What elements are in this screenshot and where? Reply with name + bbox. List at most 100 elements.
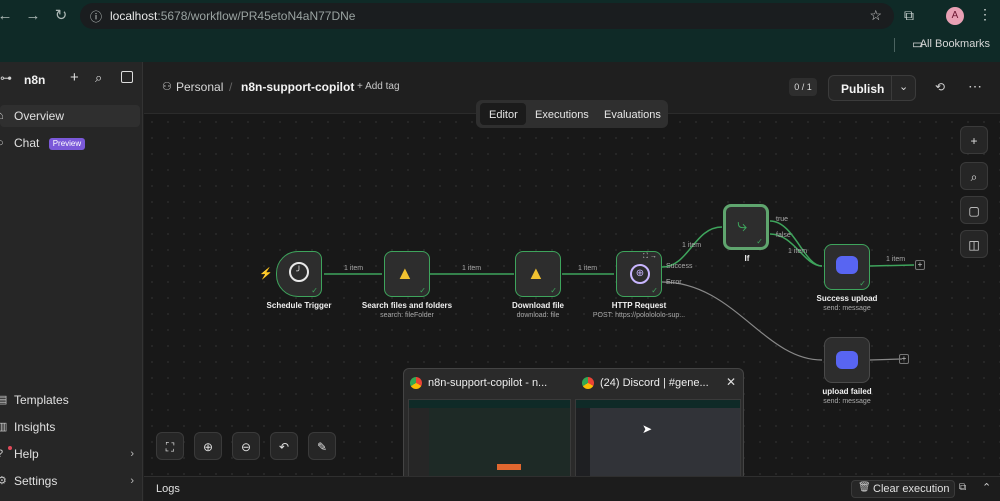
node-http-request[interactable]: ⊕ ⛶ → ✓ xyxy=(616,251,662,297)
branch-icon: ⤷ xyxy=(737,215,748,235)
back-icon[interactable]: ← xyxy=(0,5,16,27)
sidebar-item-chat[interactable]: ○ Chat Preview xyxy=(0,132,140,154)
menu-kebab-icon[interactable]: ⋮ xyxy=(978,6,992,23)
templates-icon: ▤ xyxy=(0,394,8,406)
chevron-up-icon[interactable]: ⌃ xyxy=(982,481,991,494)
check-icon: ✓ xyxy=(419,286,426,295)
search-nodes-button[interactable]: ⌕ xyxy=(960,162,988,190)
edge-item-count: 1 item xyxy=(886,256,906,263)
sidebar-item-settings[interactable]: ⚙ Settings › xyxy=(0,470,140,492)
chat-icon: ○ xyxy=(0,137,4,149)
check-icon: ✓ xyxy=(651,286,658,295)
node-if[interactable]: ⤷ ✓ xyxy=(723,204,769,250)
add-node-button[interactable]: + xyxy=(960,126,988,154)
profile-avatar[interactable]: A xyxy=(946,7,964,25)
sidebar: ⊶ n8n + ⌕ ⌂ Overview ○ Chat Preview ▤ Te… xyxy=(0,62,143,501)
tab-evaluations[interactable]: Evaluations xyxy=(595,104,670,126)
bookmark-star-icon[interactable]: ☆ xyxy=(869,7,882,24)
version-counter: 0 / 1 xyxy=(789,78,817,96)
taskbar-preview: n8n-support-copilot - n... (24) Discord … xyxy=(403,368,744,488)
edge-item-count: 1 item xyxy=(682,242,702,249)
node-upload-failed[interactable] xyxy=(824,337,870,383)
node-subtitle: search: fileFolder xyxy=(380,312,434,319)
chrome-icon xyxy=(582,377,594,389)
clock-icon: ╯ xyxy=(289,262,309,282)
sidebar-item-label: Insights xyxy=(14,420,56,434)
discord-icon xyxy=(836,351,858,369)
address-bar[interactable]: ⓘ localhost:5678/workflow/PR45etoN4aN77D… xyxy=(80,3,894,29)
add-icon[interactable]: + xyxy=(70,69,79,86)
history-icon[interactable]: ⟲ xyxy=(935,80,945,94)
url-path: :5678/workflow/PR45etoN4aN77DNe xyxy=(157,9,356,23)
node-toolbar-icon[interactable]: ⛶ → xyxy=(643,253,657,261)
node-subtitle: send: message xyxy=(823,398,871,405)
publish-divider xyxy=(891,76,892,100)
node-subtitle: send: message xyxy=(823,305,871,312)
logs-bar[interactable]: Logs 🗑 Clear execution ⧉ ⌃ xyxy=(144,476,1000,501)
add-node-icon[interactable]: + xyxy=(899,354,909,364)
toggle-panel-button[interactable]: ◫ xyxy=(960,230,988,258)
sidebar-item-overview[interactable]: ⌂ Overview xyxy=(0,105,140,127)
gear-icon: ⚙ xyxy=(0,475,7,487)
preview-thumbnail-discord[interactable]: ➤ xyxy=(575,399,741,485)
close-icon[interactable]: ✕ xyxy=(726,375,736,389)
edge-success-out xyxy=(869,264,915,267)
workflow-name[interactable]: n8n-support-copilot xyxy=(241,80,354,94)
all-bookmarks-label[interactable]: All Bookmarks xyxy=(920,38,990,50)
forward-icon[interactable]: → xyxy=(22,5,44,27)
add-tag-button[interactable]: + Add tag xyxy=(357,81,400,92)
zoom-out-button[interactable]: ⊖ xyxy=(232,432,260,460)
toggle-sidebar-icon[interactable] xyxy=(121,71,133,83)
site-info-icon[interactable]: ⓘ xyxy=(90,8,102,25)
node-label: If xyxy=(744,254,750,263)
tab-executions[interactable]: Executions xyxy=(526,104,598,126)
true-output-label: true xyxy=(776,216,789,223)
publish-button[interactable]: Publish xyxy=(841,82,884,96)
sidebar-item-label: Templates xyxy=(14,393,69,407)
popout-icon[interactable]: ⧉ xyxy=(959,482,966,493)
breadcrumb-separator: / xyxy=(229,80,233,94)
success-output-label: Success xyxy=(666,263,693,270)
sticky-note-button[interactable]: ▢ xyxy=(960,196,988,224)
preview-thumbnail-n8n[interactable] xyxy=(408,399,571,485)
zoom-in-button[interactable]: ⊕ xyxy=(194,432,222,460)
sidebar-item-help[interactable]: ? Help › xyxy=(0,443,140,465)
tidy-up-button[interactable]: ✎ xyxy=(308,432,336,460)
sidebar-item-insights[interactable]: ▥ Insights xyxy=(0,416,140,438)
reload-icon[interactable]: ↻ xyxy=(50,5,72,27)
sidebar-item-label: Chat xyxy=(14,136,40,150)
edge-item-count: 1 item xyxy=(578,265,598,272)
undo-button[interactable]: ↶ xyxy=(270,432,298,460)
clear-execution-label: Clear execution xyxy=(873,483,950,495)
search-icon[interactable]: ⌕ xyxy=(95,70,102,86)
preview-badge: Preview xyxy=(48,137,86,150)
sidebar-item-templates[interactable]: ▤ Templates xyxy=(0,389,140,411)
brand-name: n8n xyxy=(24,73,46,87)
chevron-down-icon[interactable]: ⌄ xyxy=(899,80,908,93)
home-icon: ⌂ xyxy=(0,110,4,122)
google-drive-icon: ▲ xyxy=(396,263,414,283)
add-node-icon[interactable]: + xyxy=(915,260,925,270)
node-label: Search files and folders xyxy=(361,301,453,310)
node-label: upload failed xyxy=(822,387,872,396)
fit-view-button[interactable]: ⛶ xyxy=(156,432,184,460)
node-download-file[interactable]: ▲ ✓ xyxy=(515,251,561,297)
check-icon: ✓ xyxy=(311,286,318,295)
thumb-chrome xyxy=(409,400,570,408)
extensions-icon[interactable]: ⧉ xyxy=(904,7,914,24)
project-name[interactable]: Personal xyxy=(176,80,223,94)
node-search-files[interactable]: ▲ ✓ xyxy=(384,251,430,297)
trigger-bolt-icon: ⚡ xyxy=(259,268,273,280)
node-label: HTTP Request xyxy=(611,301,667,310)
edge-item-count: 1 item xyxy=(344,265,364,272)
thumb-server-list xyxy=(576,408,590,484)
discord-icon xyxy=(836,256,858,274)
tab-editor[interactable]: Editor xyxy=(480,104,527,126)
google-drive-icon: ▲ xyxy=(527,263,545,283)
node-schedule-trigger[interactable]: ╯ ✓ xyxy=(276,251,322,297)
more-options-icon[interactable]: ⋯ xyxy=(968,78,982,95)
publish-button-group: Publish ⌄ xyxy=(828,75,916,101)
chevron-right-icon: › xyxy=(130,448,134,460)
node-success-upload[interactable]: ✓ xyxy=(824,244,870,290)
bookmarks-divider xyxy=(894,38,895,52)
